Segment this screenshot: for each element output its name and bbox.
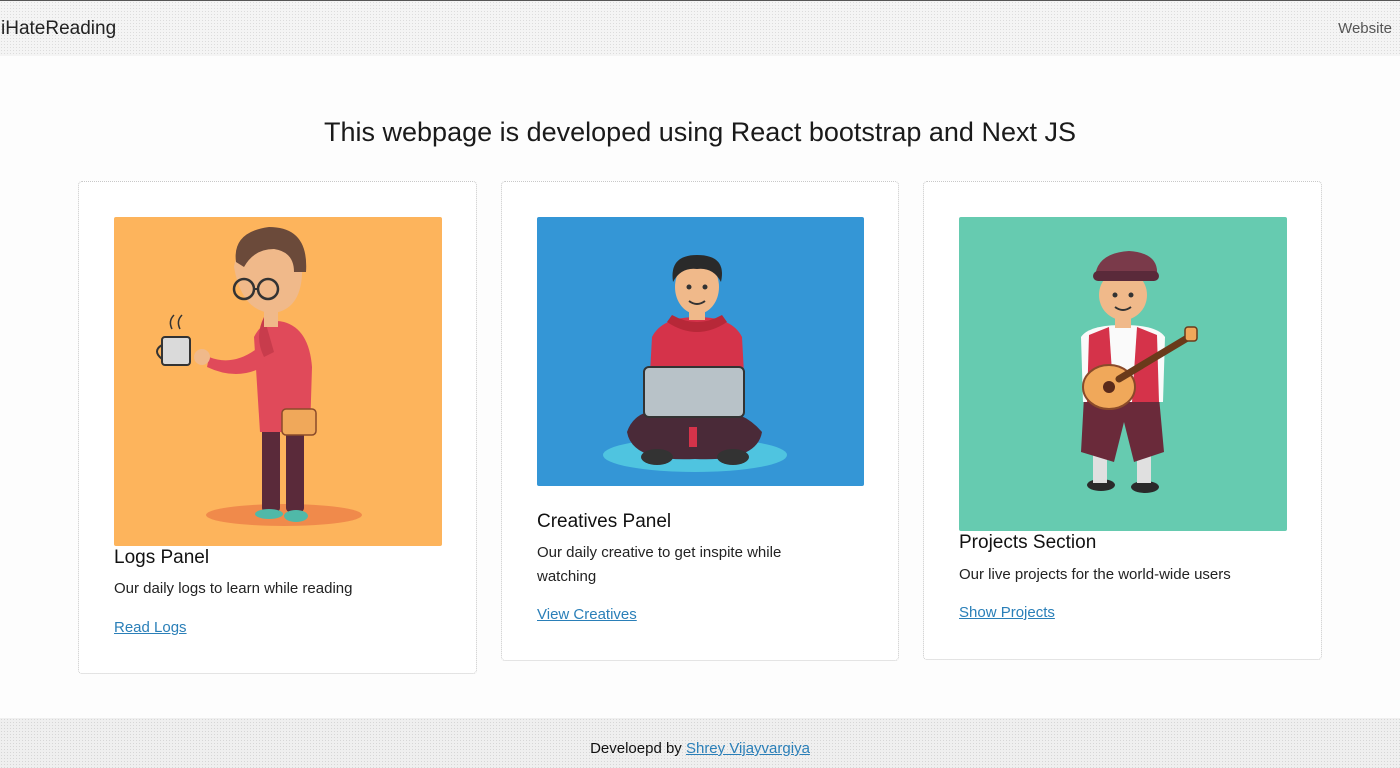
nav-link-website[interactable]: Website (1338, 20, 1392, 37)
card-description: Our live projects for the world-wide use… (959, 566, 1231, 583)
card-description: Our daily creative to get inspite while … (537, 544, 782, 585)
card-title: Logs Panel (114, 547, 210, 568)
logs-illustration (114, 217, 442, 546)
page-title: This webpage is developed using React bo… (324, 117, 1076, 147)
author-link[interactable]: Shrey Vijayvargiya (686, 740, 810, 757)
card-title: Creatives Panel (537, 511, 672, 532)
card-logs-panel: Logs Panel Our daily logs to learn while… (78, 181, 477, 674)
brand-logo[interactable]: iHateReading (1, 18, 116, 40)
view-creatives-link[interactable]: View Creatives (537, 606, 637, 623)
card-projects-section: Projects Section Our live projects for t… (923, 181, 1322, 660)
card-creatives-panel: Creatives Panel Our daily creative to ge… (501, 181, 899, 661)
card-title: Projects Section (959, 532, 1097, 553)
read-logs-link[interactable]: Read Logs (114, 619, 187, 636)
projects-illustration (959, 217, 1287, 531)
card-description: Our daily logs to learn while reading (114, 580, 353, 597)
navbar: iHateReading Website (0, 0, 1400, 56)
footer: Develoepd by Shrey Vijayvargiya (0, 718, 1400, 768)
creatives-illustration (537, 217, 864, 486)
footer-text: Develoepd by (590, 740, 682, 757)
show-projects-link[interactable]: Show Projects (959, 604, 1055, 621)
